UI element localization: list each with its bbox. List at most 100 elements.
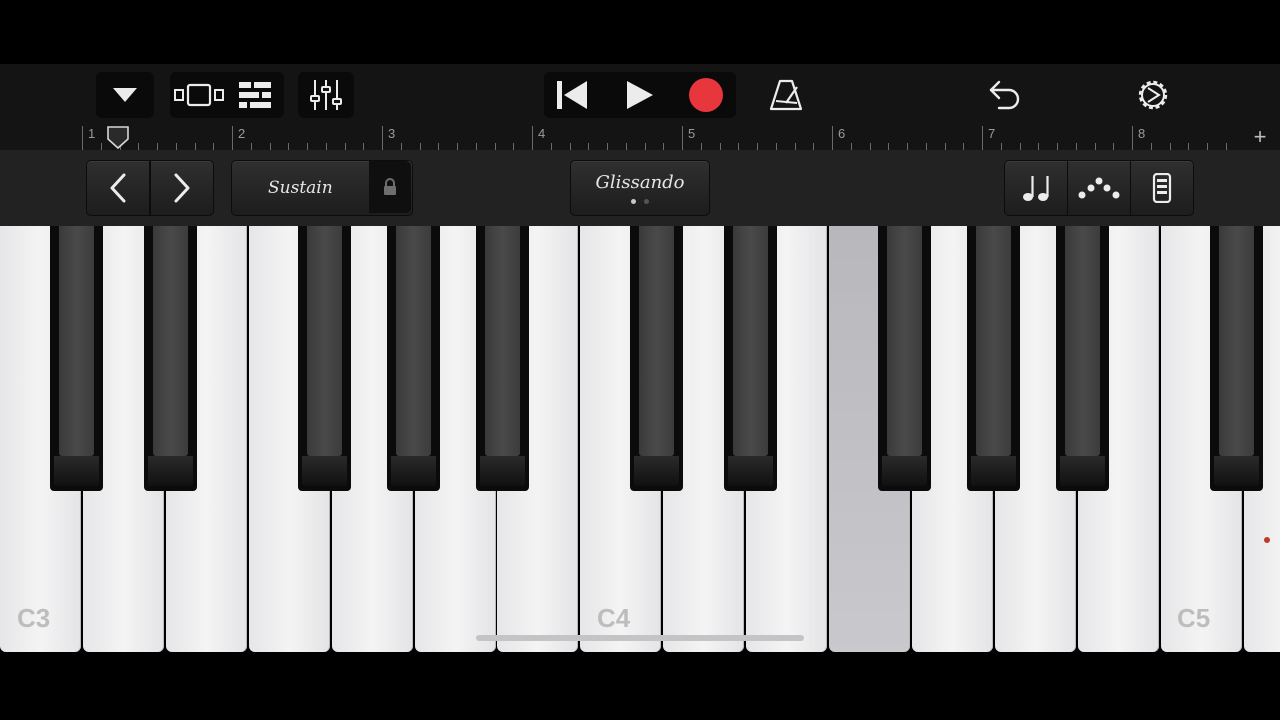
bar-tick: [832, 126, 833, 150]
black-key-g#4[interactable]: [967, 226, 1020, 491]
black-key-c#4[interactable]: [630, 226, 683, 491]
beat-tick: [700, 143, 702, 150]
ruler-strip[interactable]: 1 2 3 4 5 6 7 8: [82, 126, 1240, 150]
bar-number: 3: [388, 126, 396, 141]
mixer-button[interactable]: [297, 72, 355, 118]
play-button[interactable]: [611, 72, 669, 118]
beat-tick: [1057, 143, 1058, 150]
black-key-lip: [148, 456, 193, 486]
indicator-dot: [1264, 537, 1270, 543]
black-key-face: [396, 226, 431, 456]
beat-tick: [344, 143, 346, 150]
beat-tick: [213, 143, 215, 150]
page-dot-active: [631, 198, 636, 204]
beat-tick: [850, 143, 852, 150]
add-section-button[interactable]: +: [1240, 126, 1280, 150]
beat-tick: [1207, 143, 1208, 150]
black-key-f#3[interactable]: [298, 226, 351, 491]
black-key-a#4[interactable]: [1056, 226, 1109, 491]
beat-tick: [757, 143, 758, 150]
octave-up-button[interactable]: [150, 160, 214, 216]
beat-tick: [438, 143, 440, 150]
black-key-lip: [391, 456, 436, 486]
note-label-c3: C3: [17, 603, 51, 633]
black-key-a#3[interactable]: [476, 226, 529, 491]
control-bar: [0, 64, 1280, 126]
black-key-c#3[interactable]: [50, 226, 103, 491]
black-key-face: [639, 226, 674, 456]
beat-tick: [194, 143, 196, 150]
page-indicator: [631, 198, 649, 204]
beat-tick: [1188, 143, 1190, 150]
go-to-beginning-button[interactable]: [543, 72, 601, 118]
beat-tick: [963, 143, 965, 150]
black-key-g#3[interactable]: [387, 226, 440, 491]
beat-tick: [925, 143, 927, 150]
bar-tick: [982, 126, 983, 150]
bar-tick: [682, 126, 683, 150]
note-labels-button[interactable]: [1004, 160, 1068, 216]
black-key-lip: [54, 456, 99, 486]
beat-tick: [250, 143, 252, 150]
metronome-button[interactable]: [757, 72, 815, 118]
beat-tick: [588, 143, 590, 150]
beat-tick: [1094, 143, 1096, 150]
chevron-left-icon: [110, 173, 126, 203]
arpeggiator-button[interactable]: [1067, 160, 1131, 216]
timeline-ruler[interactable]: 1 2 3 4 5 6 7 8 +: [0, 126, 1280, 150]
view-switch-button[interactable]: [170, 72, 228, 118]
bar-number: 1: [88, 126, 96, 141]
beat-tick: [269, 143, 271, 150]
black-key-d#4[interactable]: [724, 226, 777, 491]
bar-number: 2: [238, 126, 246, 141]
settings-button[interactable]: [1124, 72, 1182, 118]
black-key-face: [733, 226, 768, 456]
black-key-lip: [728, 456, 773, 486]
keyboard-layout-button[interactable]: [1130, 160, 1194, 216]
browser-menu-button[interactable]: [96, 72, 154, 118]
beat-tick: [419, 143, 421, 150]
black-key-face: [976, 226, 1011, 456]
black-key-c#5[interactable]: [1210, 226, 1263, 491]
beat-tick: [644, 143, 646, 150]
beat-tick: [944, 143, 946, 150]
lock-icon: [384, 178, 396, 195]
beat-tick: [569, 143, 571, 150]
beat-tick: [794, 143, 796, 150]
beat-tick: [813, 143, 815, 150]
glissando-control[interactable]: Glissando: [570, 160, 710, 216]
bar-number: 6: [838, 126, 846, 141]
note-label-c4: C4: [597, 603, 631, 633]
record-button[interactable]: [677, 72, 735, 118]
black-key-lip: [1060, 456, 1105, 486]
playhead-icon[interactable]: [106, 126, 130, 150]
tracks-view-button[interactable]: [226, 72, 284, 118]
beat-tick: [363, 143, 365, 150]
tracks-view-icon: [239, 82, 271, 108]
beat-tick: [1169, 143, 1171, 150]
settings-icon: [1138, 80, 1168, 110]
beat-tick: [607, 143, 608, 150]
beat-tick: [138, 143, 140, 150]
octave-down-button[interactable]: [86, 160, 150, 216]
bar-tick: [532, 126, 533, 150]
black-key-f#4[interactable]: [878, 226, 931, 491]
black-key-lip: [480, 456, 525, 486]
beat-tick: [1038, 143, 1040, 150]
black-key-face: [307, 226, 342, 456]
bar-tick: [82, 126, 83, 150]
bar-tick: [1132, 126, 1133, 150]
undo-icon: [989, 80, 1020, 110]
beat-tick: [1000, 143, 1002, 150]
undo-button[interactable]: [976, 72, 1034, 118]
beat-tick: [550, 143, 552, 150]
mixer-icon: [310, 80, 342, 110]
beat-tick: [1225, 143, 1227, 150]
black-key-d#3[interactable]: [144, 226, 197, 491]
sustain-lock-button[interactable]: [369, 161, 411, 213]
arpeggiator-icon: [1078, 177, 1120, 199]
piano-keyboard[interactable]: C3 C4 C5: [0, 226, 1280, 654]
beat-tick: [775, 143, 777, 150]
black-key-face: [1219, 226, 1254, 456]
home-indicator[interactable]: [476, 635, 804, 641]
